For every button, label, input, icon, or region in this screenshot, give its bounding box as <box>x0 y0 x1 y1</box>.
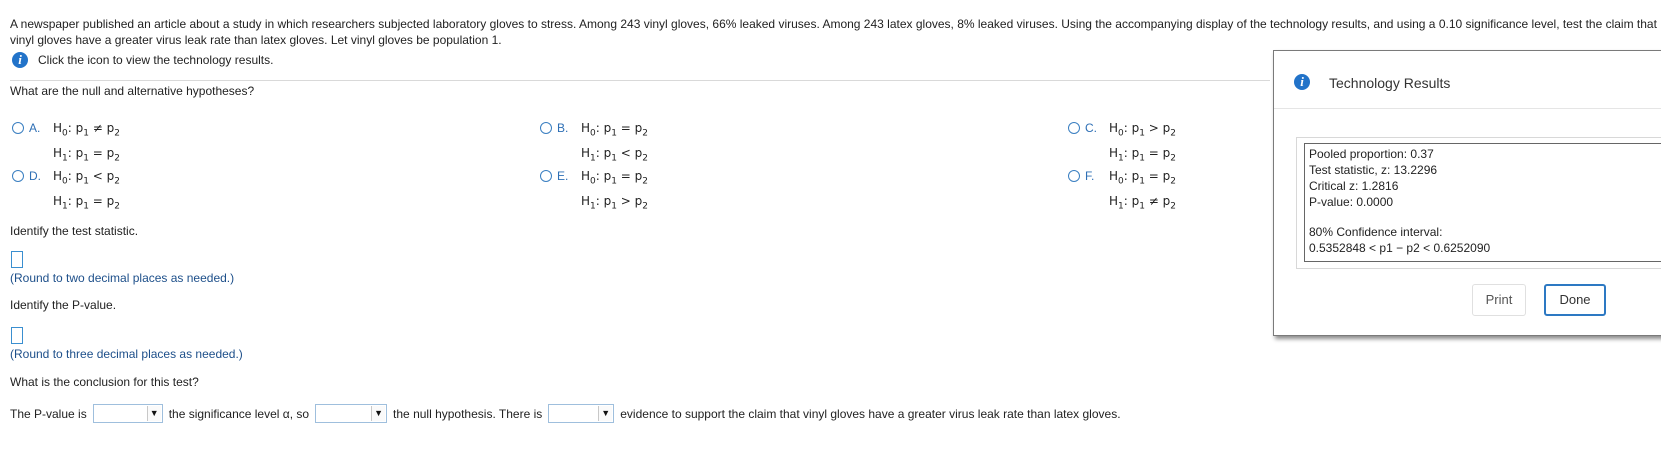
done-button[interactable]: Done <box>1544 284 1606 316</box>
option-letter: C. <box>1085 121 1097 135</box>
results-line: Test statistic, z: 13.2296 <box>1309 163 1438 177</box>
dropdown-arrow-icon[interactable]: ▼ <box>146 406 161 421</box>
option-a[interactable]: A. H0: p1 ≠ p2 H1: p1 = p2 <box>12 121 120 169</box>
option-e-h1: H1: p1 > p2 <box>581 194 649 212</box>
radio-button[interactable] <box>540 170 552 182</box>
divider <box>10 80 1270 81</box>
p-value-input[interactable] <box>11 327 23 344</box>
option-letter: D. <box>29 169 41 183</box>
option-c-h1: H1: p1 = p2 <box>1109 146 1177 164</box>
results-line: Pooled proportion: 0.37 <box>1309 147 1434 161</box>
option-f[interactable]: F. H0: p1 = p2 H1: p1 ≠ p2 <box>1068 169 1176 217</box>
conclusion-sentence: The P-value is ▼ the significance level … <box>10 404 1121 423</box>
radio-button[interactable] <box>1068 170 1080 182</box>
tech-link-label: Click the icon to view the technology re… <box>38 53 274 67</box>
hypothesis-decision-select[interactable]: ▼ <box>315 404 388 423</box>
radio-button[interactable] <box>1068 122 1080 134</box>
conclusion-part2: the significance level α, so <box>168 406 310 421</box>
results-spacer <box>1309 210 1661 224</box>
option-d-h0: H0: p1 < p2 <box>53 169 121 187</box>
results-line: P-value: 0.0000 <box>1309 195 1394 209</box>
option-f-h1: H1: p1 ≠ p2 <box>1109 194 1177 212</box>
option-d[interactable]: D. H0: p1 < p2 H1: p1 = p2 <box>12 169 120 217</box>
results-line: 80% Confidence interval: <box>1309 225 1443 239</box>
conclusion-part1: The P-value is <box>10 406 87 421</box>
dialog-title: Technology Results <box>1329 75 1451 91</box>
results-line: Critical z: 1.2816 <box>1309 179 1399 193</box>
option-a-h0: H0: p1 ≠ p2 <box>53 121 121 139</box>
option-b-h1: H1: p1 < p2 <box>581 146 649 164</box>
option-c[interactable]: C. H0: p1 > p2 H1: p1 = p2 <box>1068 121 1176 169</box>
radio-button[interactable] <box>540 122 552 134</box>
conclusion-part4: evidence to support the claim that vinyl… <box>620 406 1121 421</box>
round-hint-three: (Round to three decimal places as needed… <box>10 347 243 361</box>
dropdown-arrow-icon[interactable]: ▼ <box>371 406 386 421</box>
option-letter: F. <box>1085 169 1095 183</box>
option-d-h1: H1: p1 = p2 <box>53 194 121 212</box>
option-f-h0: H0: p1 = p2 <box>1109 169 1177 187</box>
technology-results-dialog: i Technology Results Pooled proportion: … <box>1273 50 1661 336</box>
dropdown-arrow-icon[interactable]: ▼ <box>598 406 613 421</box>
option-b-h0: H0: p1 = p2 <box>581 121 649 139</box>
hypotheses-prompt: What are the null and alternative hypoth… <box>10 84 255 98</box>
dialog-header: i Technology Results <box>1274 51 1661 109</box>
info-icon[interactable]: i <box>12 52 28 68</box>
evidence-select[interactable]: ▼ <box>548 404 615 423</box>
info-icon: i <box>1294 74 1310 90</box>
conclusion-prompt: What is the conclusion for this test? <box>10 375 199 389</box>
radio-button[interactable] <box>12 170 24 182</box>
option-letter: A. <box>29 121 41 135</box>
option-letter: B. <box>557 121 569 135</box>
pvalue-comparison-select[interactable]: ▼ <box>92 404 163 423</box>
p-value-prompt: Identify the P-value. <box>10 298 117 312</box>
round-hint-two: (Round to two decimal places as needed.) <box>10 271 235 285</box>
test-statistic-input[interactable] <box>11 251 23 268</box>
problem-statement: A newspaper published an article about a… <box>10 17 1657 47</box>
test-statistic-prompt: Identify the test statistic. <box>10 224 139 238</box>
option-b[interactable]: B. H0: p1 = p2 H1: p1 < p2 <box>540 121 648 169</box>
tech-results-link[interactable]: i Click the icon to view the technology … <box>12 52 273 68</box>
print-button[interactable]: Print <box>1472 284 1526 316</box>
results-output: Pooled proportion: 0.37 Test statistic, … <box>1304 143 1661 262</box>
option-c-h0: H0: p1 > p2 <box>1109 121 1177 139</box>
radio-button[interactable] <box>12 122 24 134</box>
option-e[interactable]: E. H0: p1 = p2 H1: p1 > p2 <box>540 169 648 217</box>
option-e-h0: H0: p1 = p2 <box>581 169 649 187</box>
conclusion-part3: the null hypothesis. There is <box>393 406 543 421</box>
results-line: 0.5352848 < p1 − p2 < 0.6252090 <box>1309 241 1491 255</box>
option-letter: E. <box>557 169 569 183</box>
option-a-h1: H1: p1 = p2 <box>53 146 121 164</box>
